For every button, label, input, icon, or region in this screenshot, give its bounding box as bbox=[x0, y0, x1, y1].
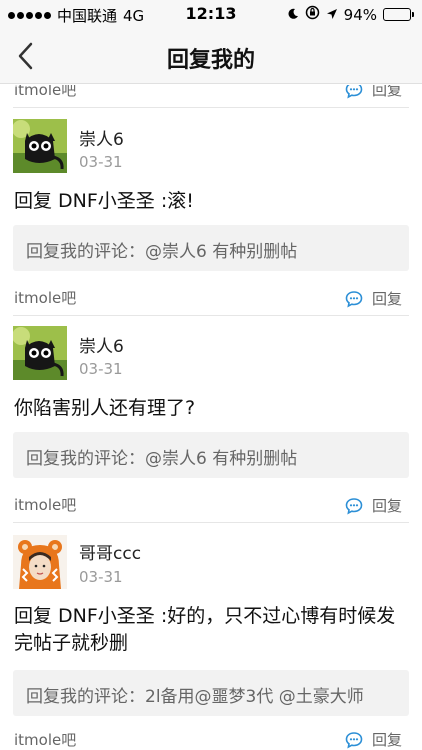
comment-icon bbox=[345, 497, 363, 514]
reply-button[interactable]: 回复 bbox=[345, 729, 402, 750]
post-date: 03-31 bbox=[79, 153, 123, 171]
avatar[interactable] bbox=[13, 326, 67, 380]
reply-content: 回复 DNF小圣圣 :滚! bbox=[14, 190, 194, 212]
status-right: 94% bbox=[287, 5, 414, 24]
reply-label: 回复 bbox=[371, 497, 402, 515]
post-date: 03-31 bbox=[79, 568, 123, 586]
battery-percent: 94% bbox=[343, 5, 377, 24]
avatar[interactable] bbox=[13, 535, 67, 589]
username[interactable]: 崇人6 bbox=[79, 332, 124, 357]
quoted-comment-text: 回复我的评论：@崇人6 有种别删帖 bbox=[26, 449, 298, 469]
moon-icon bbox=[287, 6, 299, 24]
reply-button[interactable]: 回复 bbox=[345, 495, 402, 516]
reply-content: 你陷害别人还有理了? bbox=[14, 397, 196, 419]
comment-icon bbox=[345, 290, 363, 307]
comment-icon bbox=[345, 85, 363, 98]
quoted-comment-text: 回复我的评论：2l备用@噩梦3代 @土豪大师 bbox=[26, 687, 364, 707]
reply-label: 回复 bbox=[371, 85, 402, 99]
back-button[interactable] bbox=[8, 36, 44, 76]
reply-content: 回复 DNF小圣圣 :好的，只不过心博有时候发完帖子就秒删 bbox=[14, 605, 396, 654]
location-arrow-icon bbox=[326, 6, 338, 24]
list-item: 崇人6 03-31 回复 DNF小圣圣 :滚! 回复我的评论：@崇人6 有种别删… bbox=[0, 109, 422, 316]
reply-button[interactable]: 回复 bbox=[345, 85, 402, 100]
chevron-left-icon bbox=[18, 42, 33, 70]
post-date: 03-31 bbox=[79, 360, 123, 378]
quoted-comment-text: 回复我的评论：@崇人6 有种别删帖 bbox=[26, 242, 298, 262]
status-bar: 中国联通 4G 12:13 94% bbox=[0, 0, 422, 28]
forum-link[interactable]: itmole吧 bbox=[14, 85, 76, 100]
navigation-bar: 回复我的 bbox=[0, 28, 422, 84]
quoted-comment[interactable]: 回复我的评论：2l备用@噩梦3代 @土豪大师 bbox=[13, 670, 409, 716]
quoted-comment[interactable]: 回复我的评论：@崇人6 有种别删帖 bbox=[13, 432, 409, 478]
page-title: 回复我的 bbox=[166, 48, 255, 73]
reply-label: 回复 bbox=[371, 290, 402, 308]
username[interactable]: 崇人6 bbox=[79, 125, 124, 150]
reply-label: 回复 bbox=[371, 731, 402, 749]
divider bbox=[13, 107, 409, 108]
reply-button[interactable]: 回复 bbox=[345, 288, 402, 309]
quoted-comment[interactable]: 回复我的评论：@崇人6 有种别删帖 bbox=[13, 225, 409, 271]
list-item-partial: itmole吧 回复 bbox=[0, 85, 422, 109]
forum-link[interactable]: itmole吧 bbox=[14, 729, 76, 750]
forum-link[interactable]: itmole吧 bbox=[14, 494, 76, 515]
username[interactable]: 哥哥ccc bbox=[79, 539, 141, 564]
reply-feed[interactable]: itmole吧 回复 崇人6 03-31 回复 DNF小圣圣 :滚! 回复我的评… bbox=[0, 85, 422, 750]
forum-link[interactable]: itmole吧 bbox=[14, 287, 76, 308]
battery-icon bbox=[383, 8, 414, 21]
list-item: 哥哥ccc 03-31 回复 DNF小圣圣 :好的，只不过心博有时候发完帖子就秒… bbox=[0, 523, 422, 750]
rotation-lock-icon bbox=[305, 5, 320, 24]
list-item: 崇人6 03-31 你陷害别人还有理了? 回复我的评论：@崇人6 有种别删帖 i… bbox=[0, 316, 422, 523]
avatar[interactable] bbox=[13, 119, 67, 173]
comment-icon bbox=[345, 731, 363, 748]
